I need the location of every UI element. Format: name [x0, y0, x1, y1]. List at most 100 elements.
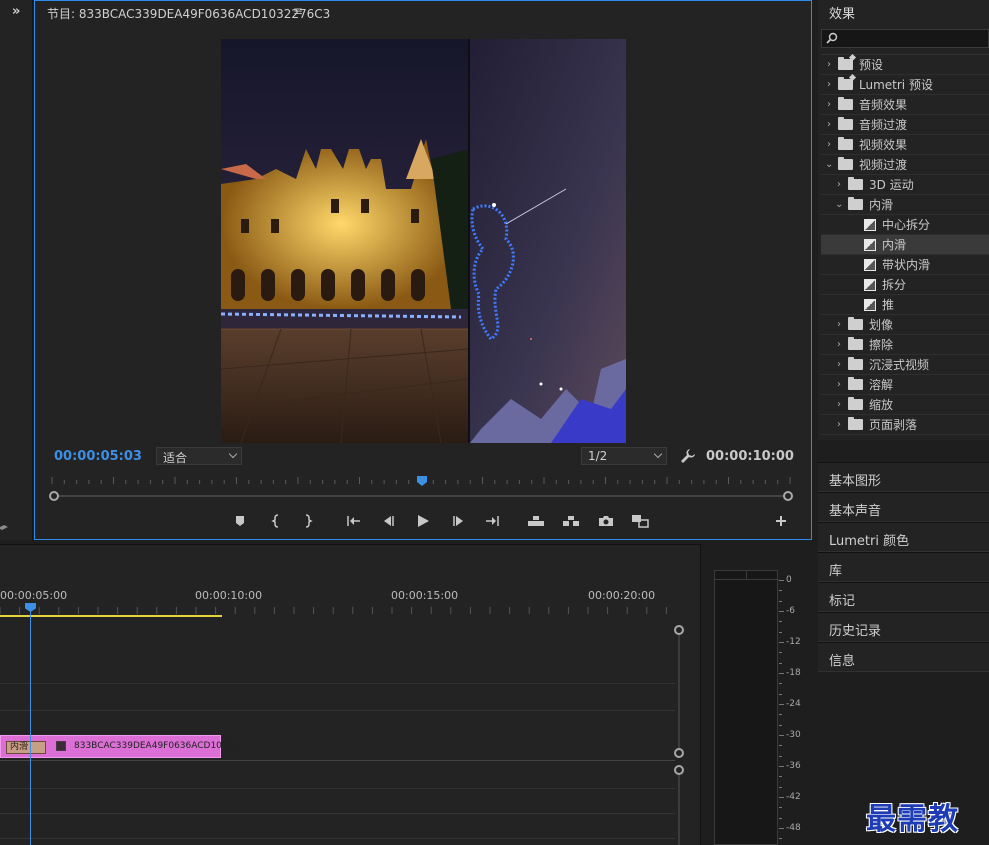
effects-tree-item[interactable]: 带状内滑 — [821, 255, 989, 275]
zoom-handle-left[interactable] — [49, 491, 59, 501]
meter-peak-row — [715, 579, 779, 580]
effects-tree: › 预设 › Lumetri 预设 › 音频效果 › 音频过渡 › 视频效果 ⌄ 视频过渡 › 3D 运动… — [821, 54, 989, 440]
effects-tree-item[interactable]: › 视频效果 — [821, 135, 989, 155]
chevron-right-icon[interactable]: › — [835, 179, 843, 190]
chevron-right-icon[interactable]: › — [835, 319, 843, 330]
effects-tree-item[interactable]: › 溶解 — [821, 375, 989, 395]
chevron-right-icon[interactable]: › — [835, 379, 843, 390]
meter-tick — [779, 662, 782, 664]
effects-tree-item[interactable]: › 预设 — [821, 55, 989, 75]
chevron-right-icon[interactable]: › — [835, 339, 843, 350]
add-marker-button[interactable] — [229, 510, 251, 532]
effects-tree-item[interactable]: › 音频过渡 — [821, 115, 989, 135]
collapsed-panel-tab[interactable]: 库 — [818, 552, 989, 582]
zoom-handle-right[interactable] — [783, 491, 793, 501]
chevron-right-icon[interactable]: › — [825, 119, 833, 130]
folder-icon — [838, 97, 853, 110]
folder-icon — [848, 417, 863, 430]
effects-tree-item[interactable]: › 划像 — [821, 315, 989, 335]
play-button[interactable] — [412, 510, 434, 532]
effects-tree-item[interactable]: › 页面剥落 — [821, 415, 989, 435]
monitor-time-ruler[interactable] — [47, 473, 797, 487]
monitor-playhead[interactable] — [417, 476, 427, 486]
expand-panels-icon[interactable]: » — [12, 4, 20, 19]
zoom-scroll-bar[interactable] — [49, 491, 793, 501]
zoom-fit-select[interactable]: 适合 — [156, 447, 242, 465]
effects-search-input[interactable] — [821, 29, 989, 48]
meter-tick — [779, 621, 782, 623]
extract-button[interactable] — [560, 510, 582, 532]
effects-tree-item[interactable]: ⌄ 内滑 — [821, 195, 989, 215]
export-frame-button[interactable] — [595, 510, 617, 532]
effects-tree-item[interactable]: 推 — [821, 295, 989, 315]
collapsed-panel-tab[interactable]: 历史记录 — [818, 612, 989, 642]
effects-tree-item[interactable]: › 音频效果 — [821, 95, 989, 115]
video-clip[interactable]: 内滑 833BCAC339DEA49F0636ACD10322 — [0, 735, 239, 758]
step-forward-button[interactable] — [448, 510, 470, 532]
scroll-handle-top[interactable] — [674, 625, 684, 635]
timeline-panel: 00:00:05:00 00:00:10:00 00:00:15:00 00:0… — [0, 544, 700, 845]
transition-icon — [864, 218, 876, 231]
chevron-right-icon[interactable]: › — [835, 419, 843, 430]
work-area-bar[interactable] — [0, 615, 222, 617]
button-editor-button[interactable] — [770, 510, 792, 532]
effects-tree-item[interactable]: › 沉浸式视频 — [821, 355, 989, 375]
mark-in-button[interactable] — [265, 510, 287, 532]
lift-button[interactable] — [525, 510, 547, 532]
meter-channel-divider — [746, 571, 747, 580]
timeline-ruler[interactable]: 00:00:05:00 00:00:10:00 00:00:15:00 00:0… — [0, 589, 700, 617]
wrench-settings-icon[interactable] — [680, 448, 696, 464]
go-to-out-button[interactable] — [481, 510, 503, 532]
go-to-in-button[interactable] — [343, 510, 365, 532]
effects-tree-label: 带状内滑 — [882, 258, 931, 272]
current-timecode[interactable]: 00:00:05:03 — [54, 449, 142, 464]
effects-tree-label: 内滑 — [869, 198, 894, 212]
effects-tree-item[interactable]: ⌄ 视频过渡 — [821, 155, 989, 175]
chevron-right-icon[interactable]: › — [825, 59, 833, 70]
marker-icon — [236, 516, 244, 526]
folder-icon — [848, 337, 863, 350]
meter-tick — [779, 755, 782, 757]
chevron-down-icon[interactable]: ⌄ — [835, 199, 843, 210]
effects-tree-item[interactable]: › 3D 运动 — [821, 175, 989, 195]
collapsed-panel-tab[interactable]: Lumetri 颜色 — [818, 522, 989, 552]
playback-resolution-select[interactable]: 1/2 — [581, 447, 667, 465]
chevron-right-icon[interactable]: › — [825, 79, 833, 90]
effects-tree-item[interactable]: 拆分 — [821, 275, 989, 295]
collapsed-panel-tab[interactable]: 标记 — [818, 582, 989, 612]
panel-menu-icon[interactable]: ≡ — [293, 4, 303, 18]
effects-tree-label: 推 — [882, 298, 895, 312]
preset-folder-icon — [838, 57, 853, 70]
folder-icon — [848, 197, 863, 210]
chevron-right-icon[interactable]: › — [825, 139, 833, 150]
effects-tree-item[interactable]: › 缩放 — [821, 395, 989, 415]
meter-tick — [779, 652, 782, 654]
effects-panel-title[interactable]: 效果 — [829, 3, 855, 22]
collapsed-panel-tab[interactable]: 基本图形 — [818, 462, 989, 492]
scroll-handle-top[interactable] — [674, 765, 684, 775]
effects-tree-item[interactable]: 内滑 — [821, 235, 989, 255]
chevron-down-icon[interactable]: ⌄ — [825, 159, 833, 170]
mark-out-button[interactable] — [297, 510, 319, 532]
track-divider — [0, 788, 675, 789]
effects-tree-label: 中心拆分 — [882, 218, 931, 232]
db-label: 0 — [786, 575, 792, 585]
collapsed-panel-tab[interactable]: 基本声音 — [818, 492, 989, 522]
chevron-right-icon[interactable]: › — [835, 399, 843, 410]
scroll-handle-bottom[interactable] — [674, 748, 684, 758]
vertical-scroll-bar[interactable] — [674, 625, 684, 845]
meter-tick — [779, 590, 782, 592]
comparison-view-button[interactable] — [629, 510, 651, 532]
folder-icon — [848, 397, 863, 410]
effects-tree-item[interactable]: › Lumetri 预设 — [821, 75, 989, 95]
step-back-button[interactable] — [377, 510, 399, 532]
chevron-right-icon[interactable]: › — [835, 359, 843, 370]
folder-icon — [848, 357, 863, 370]
effects-tree-item[interactable]: › 擦除 — [821, 335, 989, 355]
db-label: -48 — [786, 823, 801, 833]
collapsed-panel-tab[interactable]: 信息 — [818, 642, 989, 672]
effects-tree-item[interactable]: 中心拆分 — [821, 215, 989, 235]
transition-marker[interactable]: 内滑 — [6, 741, 46, 754]
program-monitor-title[interactable]: 节目: 833BCAC339DEA49F0636ACD1032276C3 — [47, 5, 330, 22]
chevron-right-icon[interactable]: › — [825, 99, 833, 110]
